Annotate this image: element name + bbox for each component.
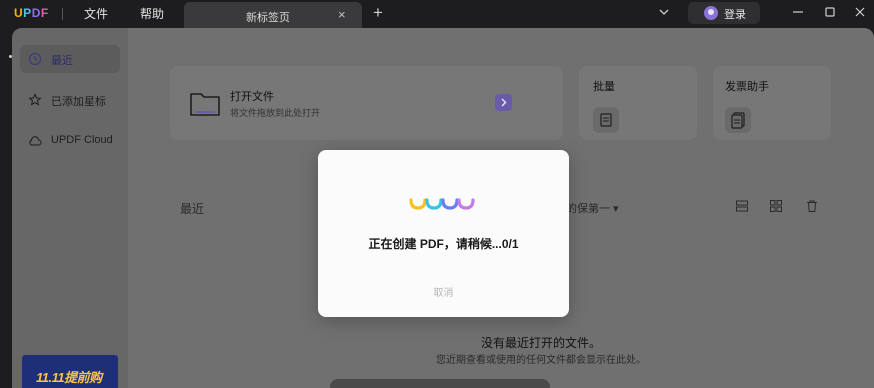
sidebar-item-recent[interactable]: 最近 <box>20 45 120 73</box>
grid-view-icon[interactable] <box>769 199 783 213</box>
invoice-icon <box>731 112 745 129</box>
tab-new[interactable]: 新标签页 × <box>184 2 362 28</box>
logo-letter-d: D <box>31 6 41 20</box>
logo-letter-p: P <box>23 6 32 20</box>
tab-close-icon[interactable]: × <box>338 7 346 22</box>
trash-icon[interactable] <box>805 199 819 213</box>
minimize-icon[interactable] <box>790 4 806 20</box>
sidebar-item-starred[interactable]: 已添加星标 <box>20 86 120 114</box>
promo-banner[interactable]: 11.11提前购 <box>22 355 118 388</box>
add-tab-icon[interactable]: + <box>373 3 383 23</box>
bottom-action-button[interactable] <box>330 379 550 388</box>
batch-icon-box <box>593 107 619 133</box>
recent-heading: 最近 <box>180 202 205 216</box>
updf-logo: UPDF <box>14 6 49 20</box>
batch-icon <box>600 113 612 127</box>
clock-icon <box>28 52 42 66</box>
maximize-icon[interactable] <box>822 4 838 20</box>
empty-state-title: 没有最近打开的文件。 <box>480 336 601 350</box>
title-divider <box>62 8 63 20</box>
invoice-card[interactable]: 发票助手 <box>713 66 831 140</box>
empty-state-subtitle: 您近期查看或使用的任何文件都会显示在此处。 <box>436 355 646 366</box>
folder-icon <box>190 93 220 116</box>
avatar-icon <box>704 6 718 20</box>
login-label: 登录 <box>724 9 746 21</box>
chevron-right-icon <box>501 98 507 107</box>
menu-file[interactable]: 文件 <box>84 5 108 22</box>
login-button[interactable]: 登录 <box>688 2 760 24</box>
sort-dropdown[interactable]: 的保第一 ▾ <box>566 200 619 216</box>
cloud-icon <box>29 136 42 146</box>
chevron-down-icon[interactable] <box>658 6 670 18</box>
open-file-title: 打开文件 <box>230 91 274 103</box>
sidebar-item-cloud[interactable]: UPDF Cloud <box>20 127 120 155</box>
batch-title: 批量 <box>593 81 615 93</box>
invoice-title: 发票助手 <box>725 81 769 93</box>
list-view-icon[interactable] <box>735 199 749 213</box>
logo-letter-f: F <box>40 6 49 20</box>
cancel-button[interactable]: 取消 <box>318 284 569 299</box>
sidebar: 最近 已添加星标 UPDF Cloud 11.11提前购 <box>12 28 128 388</box>
title-bar: UPDF 文件 帮助 新标签页 × + 登录 <box>0 0 874 28</box>
batch-card[interactable]: 批量 <box>579 66 697 140</box>
invoice-icon-box <box>725 107 751 133</box>
logo-letter-u: U <box>14 6 24 20</box>
open-file-subtitle: 将文件拖放到此处打开 <box>230 108 321 118</box>
progress-message: 正在创建 PDF，请稍候...0/1 <box>368 237 519 251</box>
open-file-arrow-button[interactable] <box>495 94 512 111</box>
open-file-card[interactable]: 打开文件 将文件拖放到此处打开 <box>170 66 563 140</box>
menu-help[interactable]: 帮助 <box>140 5 164 22</box>
promo-text: 11.11提前购 <box>36 370 102 385</box>
sidebar-item-label: UPDF Cloud <box>51 134 113 146</box>
app-window: UPDF 文件 帮助 新标签页 × + 登录 最近 已添加星标 UPDF Clo… <box>0 0 874 388</box>
sidebar-item-label: 最近 <box>51 55 73 67</box>
sidebar-item-label: 已添加星标 <box>51 96 106 108</box>
star-icon <box>28 93 42 106</box>
loading-spinner-icon <box>409 198 475 210</box>
close-icon[interactable] <box>852 4 868 20</box>
progress-dialog: 正在创建 PDF，请稍候...0/1 取消 <box>318 150 569 317</box>
tab-label: 新标签页 <box>246 12 290 24</box>
